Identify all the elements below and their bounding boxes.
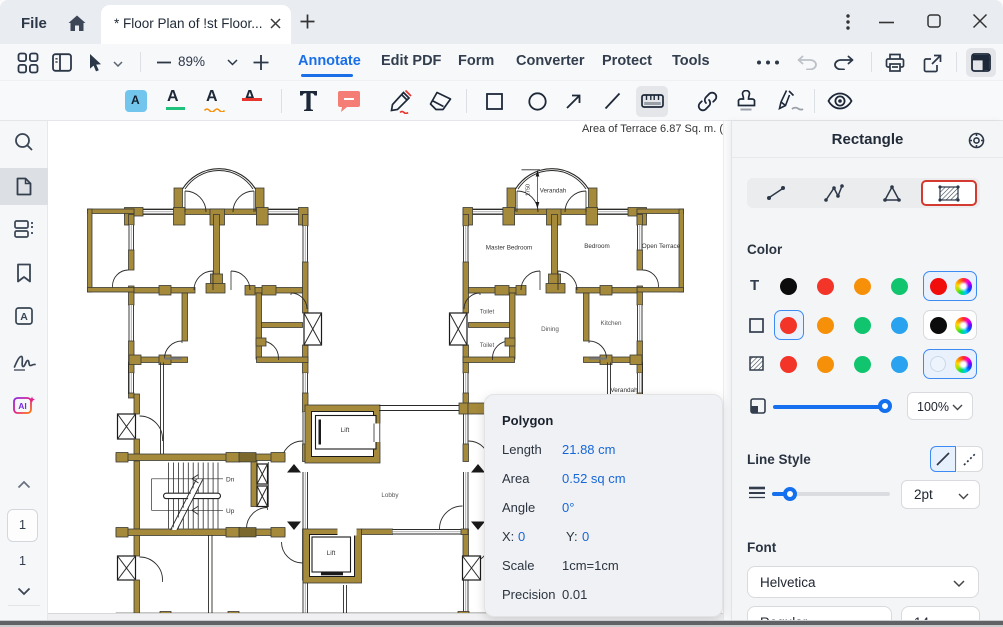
svg-text:Lift: Lift bbox=[341, 427, 350, 434]
svg-text:Up: Up bbox=[226, 508, 235, 515]
svg-text:Master Bedroom: Master Bedroom bbox=[486, 245, 533, 252]
svg-text:Bedroom: Bedroom bbox=[584, 243, 610, 250]
svg-text:Verandah: Verandah bbox=[610, 387, 638, 394]
svg-text:Lift: Lift bbox=[327, 550, 336, 557]
svg-text:Kitchen: Kitchen bbox=[600, 320, 622, 327]
svg-text:AI: AI bbox=[18, 401, 27, 411]
svg-text:Verandah: Verandah bbox=[540, 188, 567, 195]
svg-text:Open Terrace: Open Terrace bbox=[642, 243, 681, 250]
svg-text:Lobby: Lobby bbox=[381, 492, 399, 499]
svg-text:Toilet: Toilet bbox=[480, 342, 495, 349]
svg-text:1750: 1750 bbox=[526, 184, 532, 196]
svg-text:Dn: Dn bbox=[226, 477, 235, 484]
svg-text:Toilet: Toilet bbox=[480, 309, 495, 316]
svg-text:A: A bbox=[20, 311, 28, 323]
svg-text:Dining: Dining bbox=[541, 326, 559, 333]
